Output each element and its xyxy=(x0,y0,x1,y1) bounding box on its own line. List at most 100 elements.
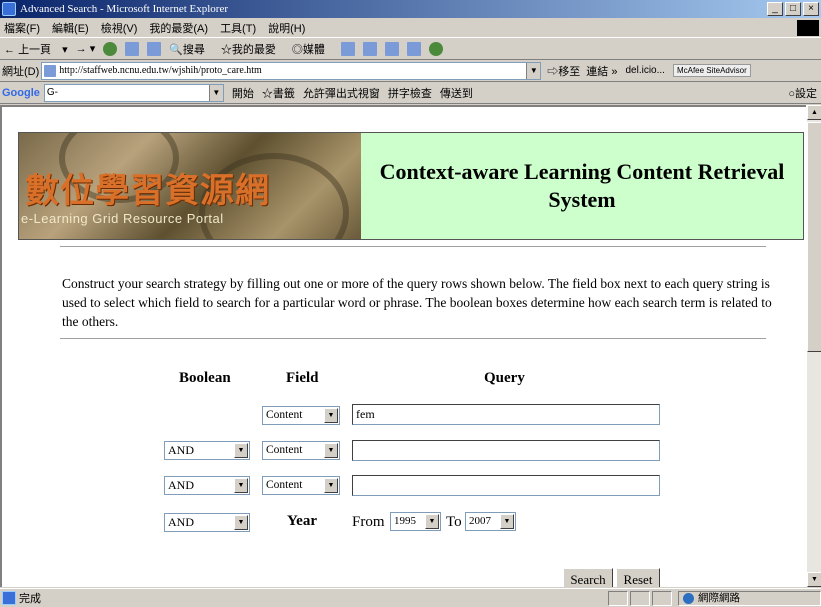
delicious-button[interactable]: del.icio... xyxy=(625,65,664,76)
boolean-select-2[interactable]: AND ▼ xyxy=(164,441,250,460)
query-input-3[interactable] xyxy=(352,475,660,496)
status-cell xyxy=(652,591,672,606)
print-icon[interactable] xyxy=(384,41,399,56)
close-button[interactable]: × xyxy=(803,2,819,16)
home-icon[interactable] xyxy=(147,41,162,56)
google-dropdown-icon[interactable]: ▼ xyxy=(208,84,223,101)
send-to-button[interactable]: 傳送到 xyxy=(440,85,473,101)
menu-edit[interactable]: 編輯(E) xyxy=(52,20,89,36)
address-bar: 網址(D) http://staffweb.ncnu.edu.tw/wjshih… xyxy=(0,60,821,82)
settings-label: 設定 xyxy=(795,87,817,100)
edit-icon[interactable] xyxy=(406,41,421,56)
menu-view[interactable]: 檢視(V) xyxy=(101,20,138,36)
address-field[interactable]: http://staffweb.ncnu.edu.tw/wjshih/proto… xyxy=(41,61,542,80)
scroll-down-icon[interactable]: ▼ xyxy=(807,572,821,587)
stop-icon[interactable] xyxy=(103,41,118,56)
divider xyxy=(60,246,766,248)
reset-button[interactable]: Reset xyxy=(616,568,660,587)
forward-button[interactable]: → ▾ xyxy=(76,42,96,55)
chevron-down-icon[interactable]: ▼ xyxy=(234,478,248,493)
field-select-3-value: Content xyxy=(266,479,303,491)
chevron-down-icon[interactable]: ▼ xyxy=(425,514,439,529)
media-button[interactable]: ◎媒體 xyxy=(292,41,333,57)
messenger-icon[interactable] xyxy=(428,41,443,56)
google-bookmarks-button[interactable]: ☆書籤 xyxy=(262,85,295,101)
field-select-2-value: Content xyxy=(266,444,303,456)
back-button[interactable]: ← 上一頁 ▾ xyxy=(4,41,68,57)
boolean-select-2-value: AND xyxy=(168,443,194,457)
mail-icon[interactable] xyxy=(362,41,377,56)
back-label: 上一頁 xyxy=(18,43,52,56)
google-toolbar: Google G- ▼ 開始 ☆書籤 允許彈出式視窗 拼字檢查 傳送到 ○設定 xyxy=(0,82,821,104)
chevron-down-icon[interactable]: ▼ xyxy=(234,443,248,458)
refresh-icon[interactable] xyxy=(125,41,140,56)
status-text: 完成 xyxy=(19,593,41,605)
go-button[interactable]: ⇨移至 xyxy=(547,63,580,79)
query-input-2[interactable] xyxy=(352,440,660,461)
google-search-input[interactable]: G- ▼ xyxy=(43,83,224,102)
address-dropdown-icon[interactable]: ▼ xyxy=(526,62,541,79)
menu-help[interactable]: 說明(H) xyxy=(268,20,305,36)
query-input-1[interactable]: fem xyxy=(352,404,660,425)
search-button[interactable]: 🔍搜尋 xyxy=(169,41,213,57)
favorites-button[interactable]: ☆我的最愛 xyxy=(221,41,284,57)
vertical-scrollbar[interactable]: ▲ ▼ xyxy=(806,105,821,587)
menu-bar: 檔案(F) 編輯(E) 檢視(V) 我的最愛(A) 工具(T) 說明(H) xyxy=(0,18,821,38)
window-title: Advanced Search - Microsoft Internet Exp… xyxy=(20,3,229,15)
year-from-select[interactable]: 1995 ▼ xyxy=(390,512,441,531)
scroll-up-icon[interactable]: ▲ xyxy=(807,105,821,120)
menu-file[interactable]: 檔案(F) xyxy=(4,20,40,36)
chevron-down-icon[interactable]: ▼ xyxy=(324,478,338,493)
from-label: From xyxy=(352,514,385,530)
address-label: 網址(D) xyxy=(2,65,40,78)
chevron-down-icon[interactable]: ▼ xyxy=(234,515,248,530)
menu-tools[interactable]: 工具(T) xyxy=(220,20,256,36)
google-start-button[interactable]: 開始 xyxy=(232,85,254,101)
field-select-3[interactable]: Content ▼ xyxy=(262,476,340,495)
portal-english-name: e-Learning Grid Resource Portal xyxy=(21,211,224,226)
year-to-select[interactable]: 2007 ▼ xyxy=(465,512,516,531)
boolean-select-year[interactable]: AND ▼ xyxy=(164,513,250,532)
page-content: 數位學習資源網 e-Learning Grid Resource Portal … xyxy=(0,105,806,587)
scrollbar-thumb[interactable] xyxy=(807,122,821,352)
field-select-1[interactable]: Content ▼ xyxy=(262,406,340,425)
portal-chinese-name: 數位學習資源網 xyxy=(25,171,270,211)
chevron-down-icon[interactable]: ▼ xyxy=(324,408,338,423)
chevron-down-icon[interactable]: ▼ xyxy=(500,514,514,529)
search-label: 搜尋 xyxy=(182,43,205,56)
page-status-icon xyxy=(2,591,16,605)
boolean-select-3[interactable]: AND ▼ xyxy=(164,476,250,495)
search-button[interactable]: Search xyxy=(563,568,613,587)
toolbar: ← 上一頁 ▾ → ▾ 🔍搜尋 ☆我的最愛 ◎媒體 xyxy=(0,38,821,60)
query-header: Query xyxy=(484,370,525,386)
year-to-value: 2007 xyxy=(469,515,491,527)
history-icon[interactable] xyxy=(340,41,355,56)
favorites-label: 我的最愛 xyxy=(231,43,276,56)
status-bar: 完成 網際網路 xyxy=(0,588,821,607)
google-search-value: G- xyxy=(46,86,58,98)
bookmarks-label: 書籤 xyxy=(272,87,295,100)
windows-logo-icon xyxy=(797,20,819,36)
chevron-down-icon[interactable]: ▼ xyxy=(324,443,338,458)
popup-blocker-button[interactable]: 允許彈出式視窗 xyxy=(303,85,380,101)
maximize-button[interactable]: □ xyxy=(785,2,801,16)
field-select-2[interactable]: Content ▼ xyxy=(262,441,340,460)
divider xyxy=(60,338,766,340)
address-url: http://staffweb.ncnu.edu.tw/wjshih/proto… xyxy=(59,65,262,76)
field-header: Field xyxy=(286,370,319,386)
menu-favorites[interactable]: 我的最愛(A) xyxy=(149,20,208,36)
security-zone: 網際網路 xyxy=(678,591,821,606)
boolean-header: Boolean xyxy=(179,370,231,386)
google-logo[interactable]: Google xyxy=(2,87,40,99)
boolean-select-year-value: AND xyxy=(168,515,194,529)
mcafee-siteadvisor-button[interactable]: McAfee SiteAdvisor xyxy=(672,64,751,77)
title-bar: Advanced Search - Microsoft Internet Exp… xyxy=(0,0,821,18)
minimize-button[interactable]: _ xyxy=(767,2,783,16)
zone-label: 網際網路 xyxy=(698,592,740,604)
globe-icon xyxy=(683,593,694,604)
links-button[interactable]: 連結 » xyxy=(586,63,617,79)
google-settings-button[interactable]: ○設定 xyxy=(788,85,817,101)
spellcheck-button[interactable]: 拼字檢查 xyxy=(388,85,432,101)
instructions-text: Construct your search strategy by fillin… xyxy=(62,276,772,329)
to-label: To xyxy=(446,514,462,530)
